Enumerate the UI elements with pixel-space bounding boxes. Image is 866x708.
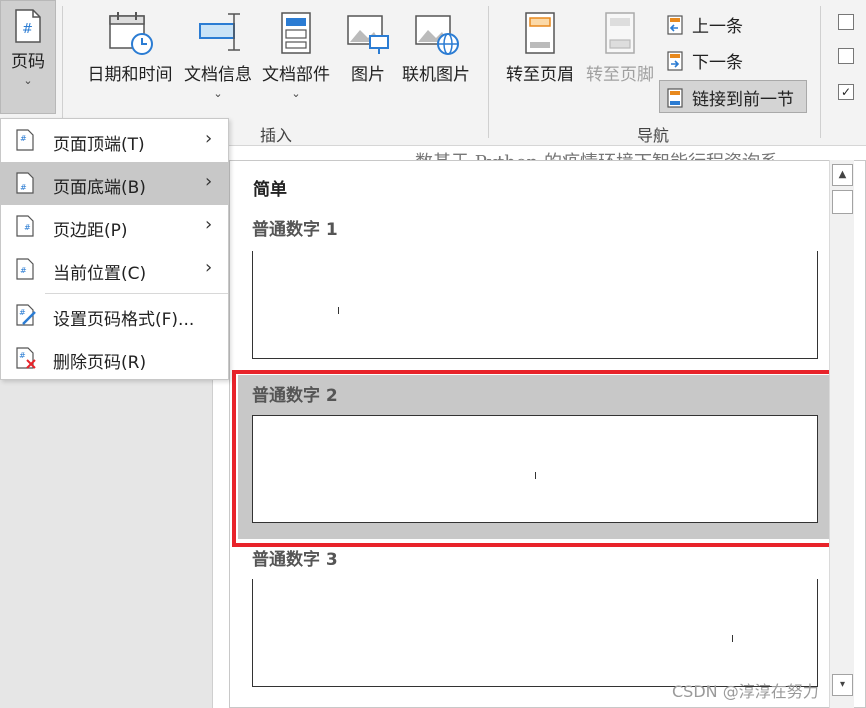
calendar-clock-icon [109,12,153,55]
scroll-thumb[interactable] [832,190,853,214]
document-info-button[interactable]: 文档信息 ⌄ [180,10,256,100]
goto-header-label: 转至页眉 [506,65,574,85]
document-parts-label: 文档部件 [262,65,330,85]
gallery-item-plain-number-1[interactable]: 普通数字 1 [230,207,830,367]
page-number-icon: # [16,172,34,194]
page-number-menu: # 页面顶端(T) › # 页面底端(B) › # 页边距(P) › # 当前位… [0,118,229,380]
chevron-down-icon: ⌄ [291,87,301,100]
picture-label: 图片 [351,65,385,85]
page-number-icon: # [16,129,34,151]
picture-icon [347,15,389,54]
menu-item-current-position[interactable]: # 当前位置(C) › [1,248,228,291]
gallery-item-preview [252,251,818,359]
svg-text:#: # [19,308,26,317]
page-number-label: 页码 [11,52,45,72]
menu-item-format-page-numbers[interactable]: # 设置页码格式(F)... [1,294,228,337]
selection-highlight-box [232,370,847,547]
svg-text:#: # [24,223,31,232]
scroll-up-icon[interactable]: ▲ [832,164,853,186]
menu-item-page-margins[interactable]: # 页边距(P) › [1,205,228,248]
chevron-down-icon: ⌄ [23,74,33,87]
page-number-icon: # [15,9,41,43]
chevron-right-icon: › [205,257,213,278]
link-to-previous-button[interactable]: 链接到前一节 [659,80,807,113]
link-to-previous-icon [667,87,683,108]
date-time-button[interactable]: 日期和时间 [84,10,176,85]
document-parts-button[interactable]: 文档部件 ⌄ [258,10,334,100]
svg-text:#: # [20,134,27,143]
document-info-icon [199,13,240,51]
chevron-right-icon: › [205,214,213,235]
previous-label: 上一条 [692,17,743,37]
page-number-icon: # [16,258,34,280]
picture-button[interactable]: 图片 [340,10,396,85]
separator [820,6,821,138]
page-number-icon: # [16,215,34,237]
remove-page-number-icon: # [16,347,36,369]
goto-header-icon [525,12,555,54]
next-icon [667,50,683,71]
svg-text:#: # [20,183,27,192]
page-number-button[interactable]: # 页码 ⌄ [0,0,56,114]
menu-item-top-of-page[interactable]: # 页面顶端(T) › [1,119,228,162]
gallery-scrollbar[interactable]: ▲ ▾ [829,160,854,708]
menu-item-remove-page-numbers[interactable]: # 删除页码(R) [1,337,228,380]
svg-text:#: # [20,266,27,275]
option-checkbox[interactable] [838,48,854,64]
goto-footer-button[interactable]: 转至页脚 [580,10,660,85]
gallery-item-preview [252,579,818,687]
scroll-down-icon[interactable]: ▾ [832,674,853,696]
online-picture-icon [415,15,459,55]
online-picture-button[interactable]: 联机图片 [398,10,474,85]
previous-button[interactable]: 上一条 [666,12,743,37]
document-info-label: 文档信息 [184,65,252,85]
goto-header-button[interactable]: 转至页眉 [500,10,580,85]
next-button[interactable]: 下一条 [666,48,743,73]
gallery-section-header: 简单 [253,180,287,200]
page-number-marker [732,635,733,642]
date-time-label: 日期和时间 [87,65,173,85]
online-picture-label: 联机图片 [402,65,470,85]
option-checkbox-checked[interactable]: ✓ [838,84,854,100]
format-page-number-icon: # [16,304,36,326]
svg-text:#: # [22,22,33,37]
separator [488,6,489,138]
previous-icon [667,14,683,35]
watermark: CSDN @淳淳在努力 [672,682,819,701]
gallery-item-title: 普通数字 1 [252,220,338,240]
page-number-marker [338,307,339,314]
document-parts-icon [281,12,311,54]
link-to-previous-label: 链接到前一节 [692,90,794,110]
chevron-right-icon: › [205,171,213,192]
goto-footer-icon [605,12,635,54]
chevron-down-icon: ⌄ [213,87,223,100]
goto-footer-label: 转至页脚 [586,65,654,85]
option-checkbox[interactable] [838,14,854,30]
menu-item-bottom-of-page[interactable]: # 页面底端(B) › [1,162,228,205]
next-label: 下一条 [692,53,743,73]
nav-group-label: 导航 [637,126,670,145]
svg-text:#: # [19,351,26,360]
insert-group-label: 插入 [260,126,293,145]
gallery-item-title: 普通数字 3 [252,550,338,570]
chevron-right-icon: › [205,128,213,149]
